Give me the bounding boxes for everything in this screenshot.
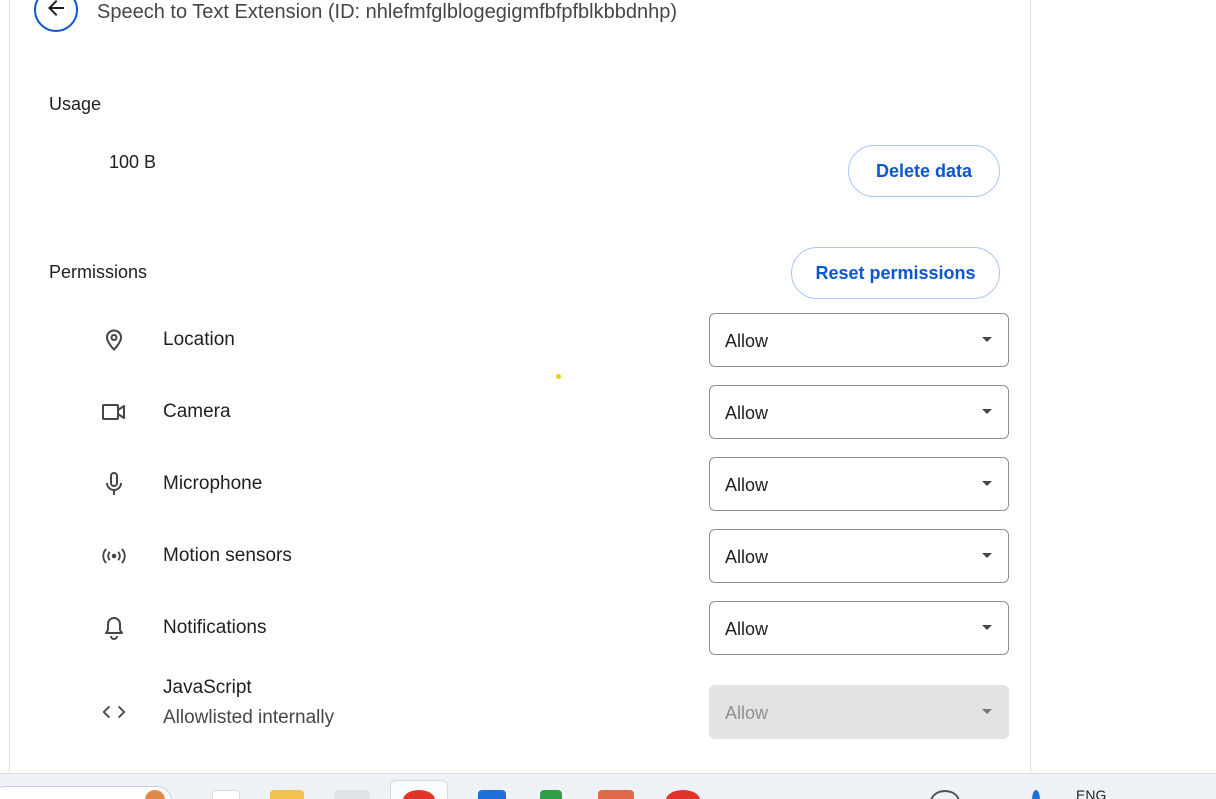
permission-label-microphone: Microphone bbox=[163, 473, 263, 494]
location-pin-icon bbox=[102, 328, 126, 352]
motion-sensors-icon bbox=[102, 544, 126, 568]
permission-label-javascript: JavaScript bbox=[163, 677, 252, 698]
permission-label-notifications: Notifications bbox=[163, 617, 267, 638]
notifications-select-value: Allow bbox=[725, 619, 769, 639]
permission-label-location: Location bbox=[163, 329, 235, 350]
folder-icon[interactable] bbox=[270, 790, 304, 799]
bell-icon bbox=[102, 616, 126, 640]
taskbar: ENG bbox=[0, 773, 1216, 799]
permission-row-camera: Camera Allow bbox=[10, 385, 1010, 439]
language-indicator[interactable]: ENG bbox=[1076, 787, 1106, 799]
page-title: Speech to Text Extension (ID: nhlefmfglb… bbox=[97, 1, 677, 23]
chevron-down-icon bbox=[982, 481, 992, 486]
chevron-down-icon bbox=[982, 625, 992, 630]
permission-row-javascript: JavaScript Allowlisted internally Allow bbox=[10, 677, 1010, 739]
camera-icon bbox=[102, 400, 126, 424]
delete-data-button[interactable]: Delete data bbox=[848, 145, 1000, 197]
back-button[interactable] bbox=[34, 0, 78, 32]
permission-label-camera: Camera bbox=[163, 401, 231, 422]
permission-row-microphone: Microphone Allow bbox=[10, 457, 1010, 511]
window-icon[interactable] bbox=[334, 790, 370, 799]
location-select-value: Allow bbox=[725, 331, 769, 351]
permission-sublabel-javascript: Allowlisted internally bbox=[163, 707, 335, 728]
notifications-select[interactable]: Allow bbox=[709, 601, 1009, 655]
cloud-icon[interactable] bbox=[930, 790, 960, 799]
permissions-heading: Permissions bbox=[49, 262, 148, 282]
camera-select[interactable]: Allow bbox=[709, 385, 1009, 439]
cursor-indicator bbox=[556, 374, 561, 379]
permission-label-motion-sensors: Motion sensors bbox=[163, 545, 292, 566]
motion-sensors-select-value: Allow bbox=[725, 547, 769, 567]
code-icon bbox=[102, 700, 126, 724]
microphone-select[interactable]: Allow bbox=[709, 457, 1009, 511]
reset-permissions-button[interactable]: Reset permissions bbox=[791, 247, 1000, 299]
permission-row-notifications: Notifications Allow bbox=[10, 601, 1010, 655]
javascript-select: Allow bbox=[709, 685, 1009, 739]
chevron-down-icon bbox=[982, 709, 992, 714]
motion-sensors-select[interactable]: Allow bbox=[709, 529, 1009, 583]
chevron-down-icon bbox=[982, 553, 992, 558]
app-red-icon[interactable] bbox=[666, 790, 700, 799]
network-icon[interactable] bbox=[1032, 790, 1040, 799]
camera-select-value: Allow bbox=[725, 403, 769, 423]
usage-heading: Usage bbox=[49, 94, 102, 114]
permission-row-location: Location Allow bbox=[10, 313, 1010, 367]
javascript-select-value: Allow bbox=[725, 703, 769, 723]
taskview-icon[interactable] bbox=[212, 790, 240, 799]
settings-page: Speech to Text Extension (ID: nhlefmfglb… bbox=[0, 0, 1216, 799]
vscode-icon[interactable] bbox=[478, 790, 506, 799]
chevron-down-icon bbox=[982, 337, 992, 342]
site-details-card: Speech to Text Extension (ID: nhlefmfglb… bbox=[9, 0, 1031, 773]
microphone-select-value: Allow bbox=[725, 475, 769, 495]
app-orange-icon[interactable] bbox=[598, 790, 634, 799]
microphone-icon bbox=[102, 472, 126, 496]
arrow-left-icon bbox=[44, 0, 68, 25]
app-plus-icon[interactable] bbox=[540, 790, 562, 799]
chevron-down-icon bbox=[982, 409, 992, 414]
permission-row-motion-sensors: Motion sensors Allow bbox=[10, 529, 1010, 583]
usage-value: 100 B bbox=[109, 152, 157, 172]
location-select[interactable]: Allow bbox=[709, 313, 1009, 367]
